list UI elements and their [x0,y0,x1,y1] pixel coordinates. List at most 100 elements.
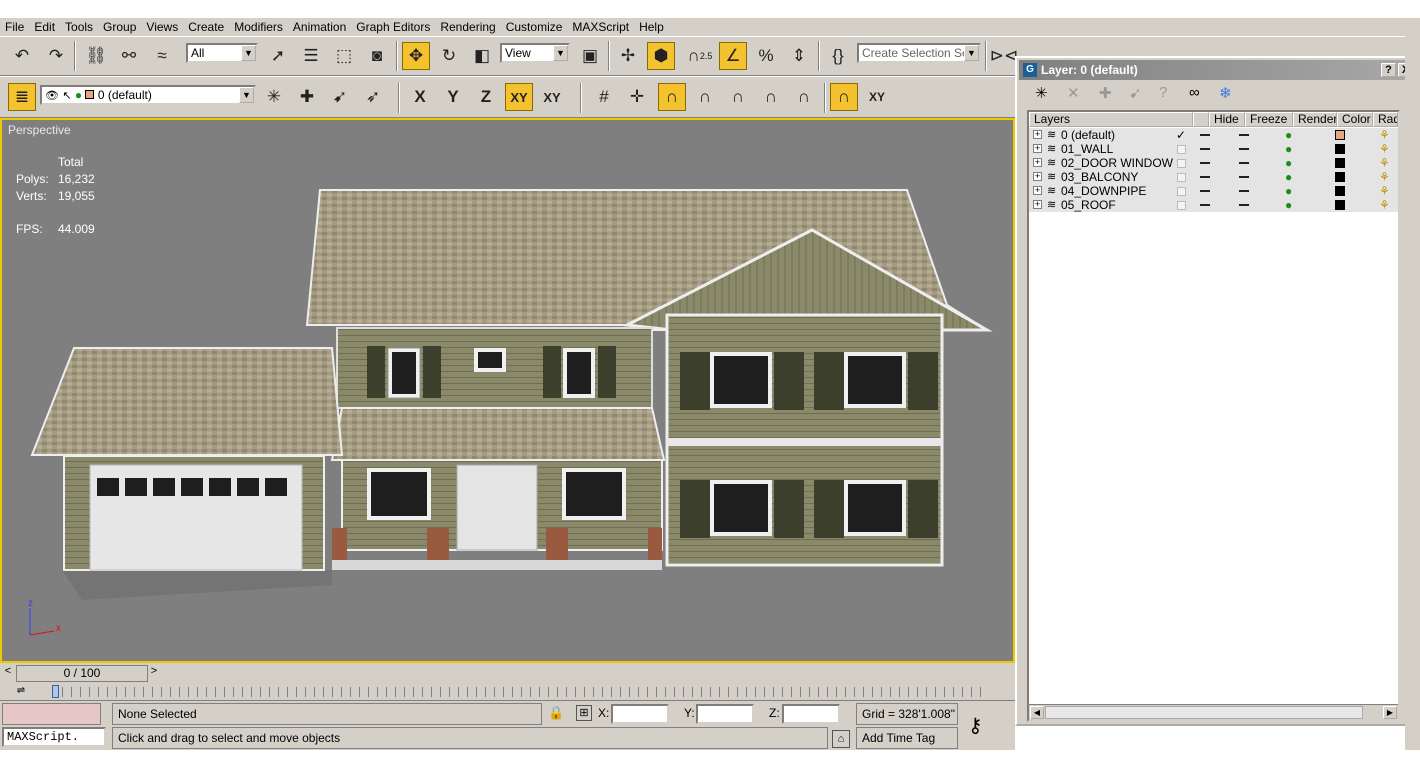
render-teapot-icon[interactable]: ● [1285,128,1292,142]
add-selected-icon[interactable]: ✚ [1099,84,1112,102]
mini-curve-editor-icon[interactable]: ⇌ [10,685,32,697]
layer-row[interactable]: + ≋ 01_WALL ● ⚘ [1029,142,1398,156]
freeze-toggle[interactable] [1239,134,1249,136]
pivot-point-icon[interactable]: ▣ [576,42,604,70]
edit-named-selection-icon[interactable]: {} [824,42,852,70]
hide-toggle[interactable] [1200,204,1210,206]
horizontal-scrollbar[interactable]: ◀ ▶ [1029,704,1398,720]
expand-icon[interactable]: + [1033,172,1042,181]
unlink-selection-icon[interactable]: ⚯ [115,42,143,70]
angle-snap-icon[interactable]: ∠ [719,42,747,70]
menu-group[interactable]: Group [98,18,141,36]
snap-midpoint-icon[interactable]: ∩ [757,83,785,111]
select-object-icon[interactable]: ➚ [264,42,292,70]
freeze-toggle[interactable] [1239,190,1249,192]
axis-x-button[interactable]: X [406,83,434,111]
expand-icon[interactable]: + [1033,144,1042,153]
layer-row[interactable]: + ≋ 05_ROOF ● ⚘ [1029,198,1398,212]
set-current-box[interactable] [1177,201,1186,210]
highlight-selected-icon[interactable]: ? [1159,84,1167,101]
radiosity-icon[interactable]: ⚘ [1379,156,1390,170]
column-color[interactable]: Color [1337,112,1373,127]
maxscript-mini-listener[interactable]: MAXScript. [2,727,106,747]
hide-toggle[interactable] [1200,134,1210,136]
select-and-move-icon[interactable]: ✥ [402,42,430,70]
set-current-box[interactable] [1177,145,1186,154]
create-new-layer-icon[interactable]: ✳ [260,83,288,111]
column-current[interactable] [1193,112,1209,127]
column-freeze[interactable]: Freeze [1245,112,1293,127]
create-new-layer-icon[interactable]: ✳ [1035,84,1048,102]
expand-icon[interactable]: + [1033,200,1042,209]
percent-snap-icon[interactable]: % [752,42,780,70]
menu-graph-editors[interactable]: Graph Editors [351,18,435,36]
freeze-all-icon[interactable]: ❄ [1219,84,1232,102]
column-render[interactable]: Render [1293,112,1337,127]
layer-manager-icon[interactable]: ≣ [8,83,36,111]
snap-edge-icon[interactable]: ∩ [724,83,752,111]
layer-color-swatch[interactable] [1335,158,1345,168]
render-teapot-icon[interactable]: ● [1285,170,1292,184]
select-in-layer-icon[interactable]: ➹ [326,83,354,111]
set-current-box[interactable] [1177,187,1186,196]
rectangular-selection-icon[interactable]: ⬚ [330,42,358,70]
set-current-box[interactable] [1177,173,1186,182]
freeze-toggle[interactable] [1239,162,1249,164]
menu-rendering[interactable]: Rendering [435,18,500,36]
hide-toggle[interactable] [1200,162,1210,164]
selection-filter-dropdown[interactable]: All ▼ [186,43,258,63]
spinner-snap-icon[interactable]: ⇕ [785,42,813,70]
set-current-layer-icon[interactable]: ➶ [359,83,387,111]
select-highlighted-icon[interactable]: ➹ [1129,84,1142,102]
track-bar[interactable]: ⇌ [0,683,1015,700]
snap-pivot-icon[interactable]: ✛ [623,83,651,111]
select-and-link-icon[interactable]: ⛓ [82,42,110,70]
layer-row[interactable]: + ≋ 04_DOWNPIPE ● ⚘ [1029,184,1398,198]
hide-toggle[interactable] [1200,190,1210,192]
radiosity-icon[interactable]: ⚘ [1379,142,1390,156]
axis-xy-cycle-button[interactable]: XY [538,83,566,111]
snap-face-icon[interactable]: ∩ [790,83,818,111]
freeze-toggle[interactable] [1239,176,1249,178]
freeze-toggle[interactable] [1239,204,1249,206]
select-and-manipulate-icon[interactable]: ✢ [614,42,642,70]
menu-modifiers[interactable]: Modifiers [229,18,288,36]
snap-axis-constraint-icon[interactable]: XY [863,83,891,111]
radiosity-icon[interactable]: ⚘ [1379,128,1390,142]
key-icon[interactable]: ⚷ [968,713,983,738]
x-coord-field[interactable] [611,704,669,724]
house-model[interactable] [2,120,1013,661]
menu-file[interactable]: File [0,18,29,36]
snap-endpoint-icon[interactable]: ∩ [691,83,719,111]
menu-views[interactable]: Views [141,18,183,36]
time-tag-icon[interactable]: ⌂ [832,730,850,748]
undo-icon[interactable]: ↶ [8,42,36,70]
column-radiosity[interactable]: Radios [1373,112,1398,127]
expand-icon[interactable]: + [1033,158,1042,167]
time-prev-button[interactable]: < [2,665,14,682]
window-crossing-icon[interactable]: ◙ [363,42,391,70]
perspective-viewport[interactable]: Perspective Total Polys: 16,232 Verts: 1… [0,118,1015,663]
radiosity-icon[interactable]: ⚘ [1379,170,1390,184]
render-teapot-icon[interactable]: ● [1285,156,1292,170]
snap-vertex-icon[interactable]: ∩ [658,83,686,111]
help-button[interactable]: ? [1381,63,1396,77]
axis-xy-button[interactable]: XY [505,83,533,111]
time-slider[interactable]: 0 / 100 [16,665,148,682]
expand-icon[interactable]: + [1033,130,1042,139]
set-current-box[interactable] [1177,159,1186,168]
select-by-name-icon[interactable]: ☰ [297,42,325,70]
delete-layer-icon[interactable]: ✕ [1067,84,1080,102]
menu-customize[interactable]: Customize [501,18,568,36]
redo-icon[interactable]: ↷ [42,42,70,70]
snap-grid-points-icon[interactable]: # [590,83,618,111]
add-time-tag-button[interactable]: Add Time Tag [856,727,958,749]
menu-help[interactable]: Help [634,18,669,36]
layer-row[interactable]: + ≋ 0 (default) ✓ ● ⚘ [1029,128,1398,142]
menu-maxscript[interactable]: MAXScript [567,18,634,36]
layer-row[interactable]: + ≋ 03_BALCONY ● ⚘ [1029,170,1398,184]
snaps-toggle-icon[interactable]: ∩ 2.5 [686,42,714,70]
layer-color-swatch[interactable] [1335,130,1345,140]
maxscript-listener-pink[interactable] [2,703,101,725]
layer-color-swatch[interactable] [1335,144,1345,154]
